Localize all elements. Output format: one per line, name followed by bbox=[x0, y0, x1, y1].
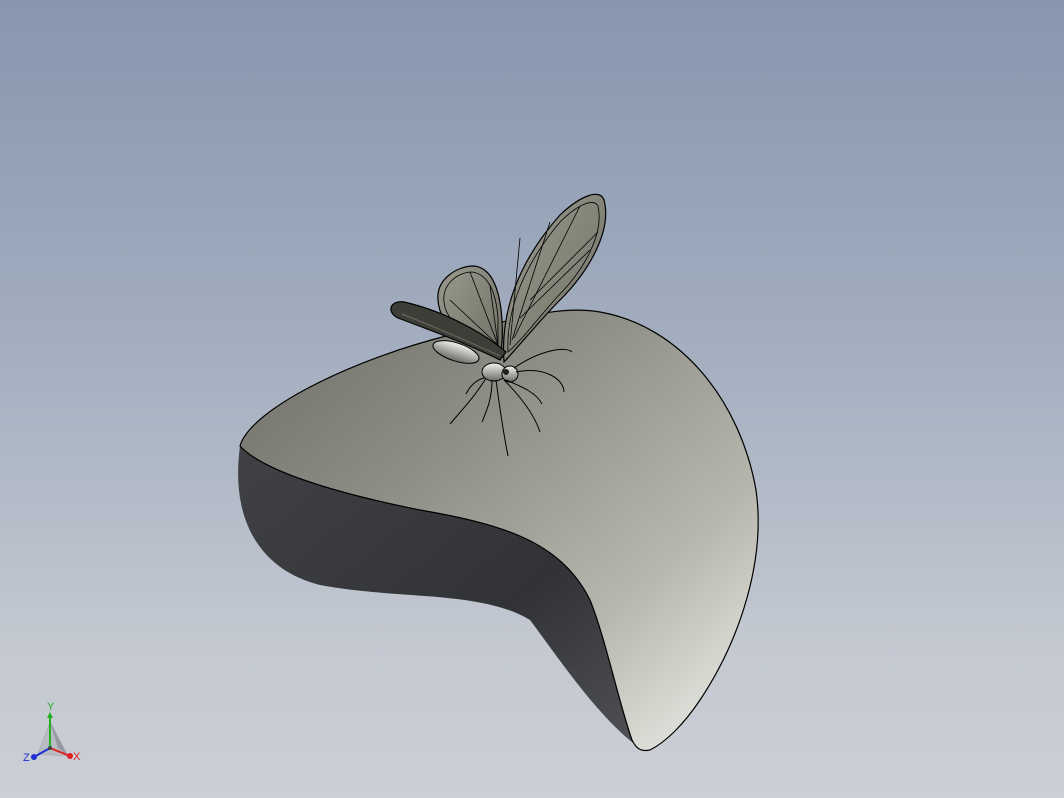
triad-z-label: Z bbox=[23, 752, 30, 764]
view-orientation-triad[interactable]: Y X Z bbox=[14, 700, 94, 780]
triad-y-label: Y bbox=[47, 701, 55, 713]
graphics-viewport[interactable]: Y X Z bbox=[0, 0, 1064, 798]
model-scene[interactable] bbox=[0, 0, 1064, 798]
triad-x-label: X bbox=[73, 751, 81, 763]
